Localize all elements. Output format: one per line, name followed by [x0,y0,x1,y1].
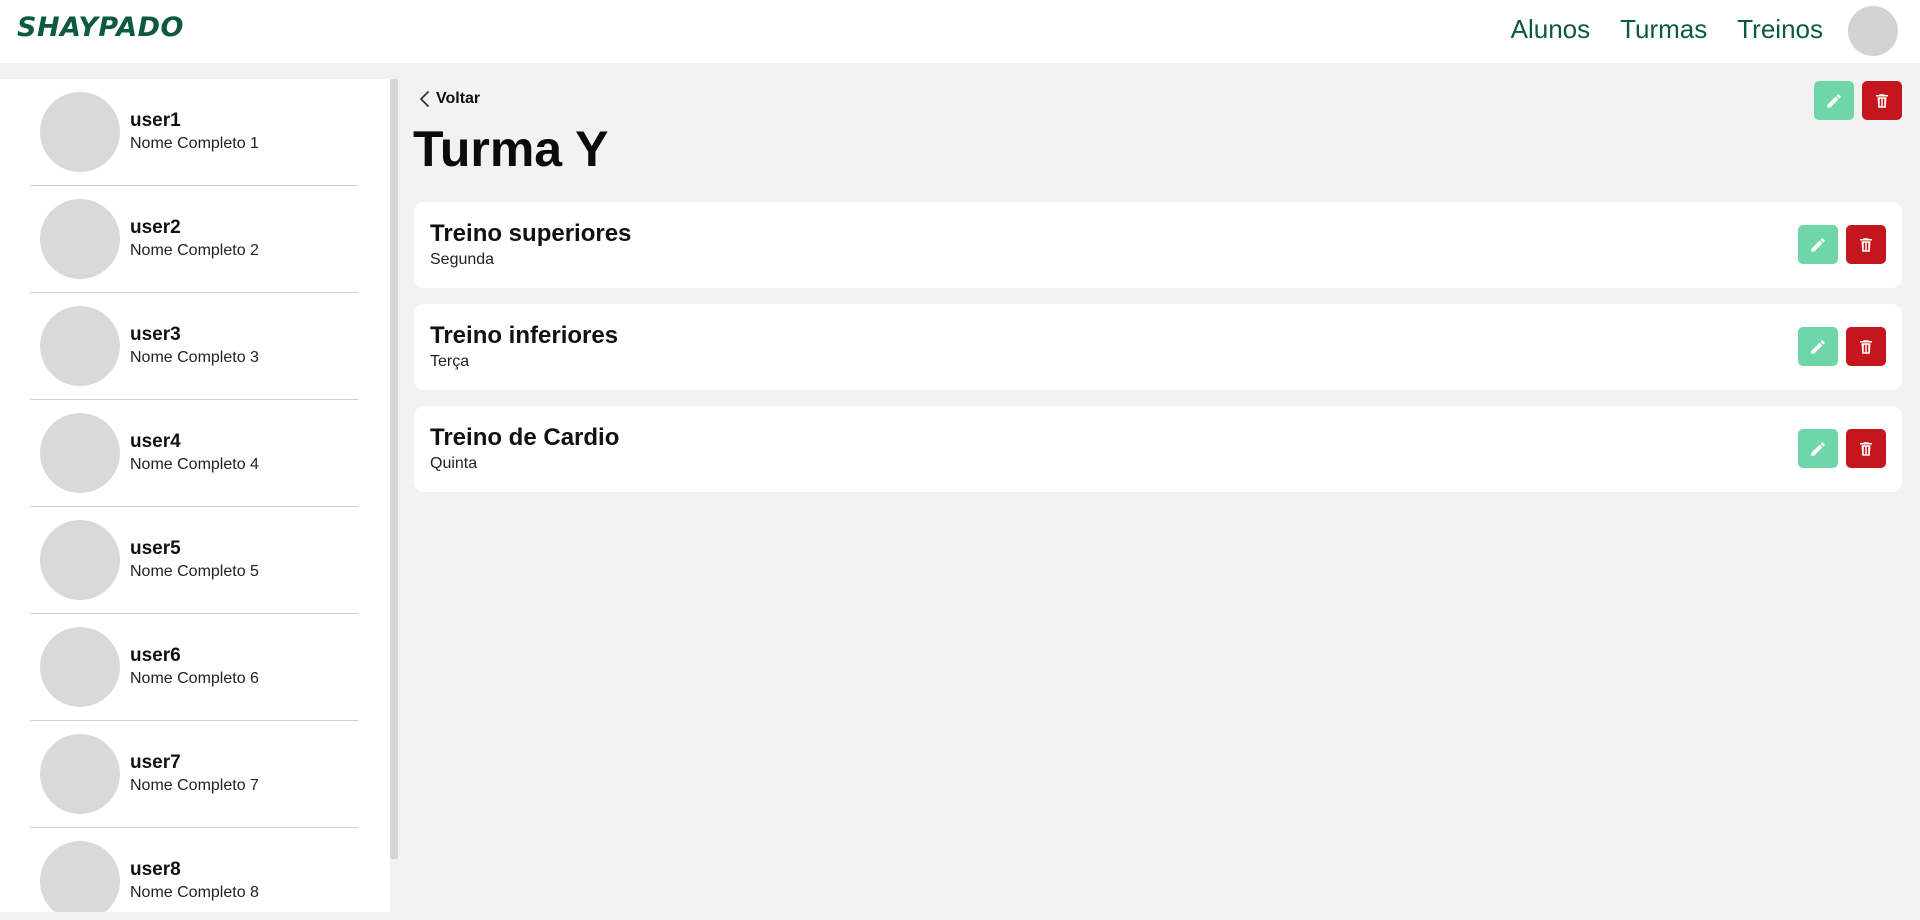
user-full-name: Nome Completo 4 [130,456,259,473]
training-name: Treino superiores [430,220,632,247]
user-list-item[interactable]: user2 Nome Completo 2 [30,186,358,293]
user-full-name: Nome Completo 5 [130,563,259,580]
training-day: Segunda [430,251,495,268]
user-full-name: Nome Completo 7 [130,777,259,794]
training-card[interactable]: Treino superiores Segunda [414,202,1902,288]
page-title: Turma Y [413,121,609,177]
chevron-left-icon [420,91,429,107]
user-list: user1 Nome Completo 1 user2 Nome Complet… [30,79,358,912]
edit-training-button[interactable] [1798,429,1838,468]
user-avatar [40,520,120,600]
edit-training-button[interactable] [1798,327,1838,366]
back-button[interactable]: Voltar [418,90,480,108]
delete-class-button[interactable] [1862,81,1902,120]
pencil-icon [1811,339,1825,354]
user-username: user7 [130,752,181,773]
training-actions [1798,327,1886,366]
training-card[interactable]: Treino de Cardio Quinta [414,406,1902,492]
user-list-item[interactable]: user7 Nome Completo 7 [30,721,358,828]
user-username: user8 [130,859,181,880]
user-avatar [40,413,120,493]
trash-icon [1860,339,1872,354]
training-name: Treino inferiores [430,322,619,349]
user-username: user4 [130,431,181,452]
user-full-name: Nome Completo 1 [130,135,259,152]
user-list-item[interactable]: user4 Nome Completo 4 [30,400,358,507]
back-label: Voltar [436,90,481,107]
user-list-item[interactable]: user8 Nome Completo 8 [30,828,358,912]
trash-icon [1860,237,1872,252]
profile-avatar[interactable] [1848,6,1898,56]
user-avatar [40,92,120,172]
edit-training-button[interactable] [1798,225,1838,264]
training-list: Treino superiores Segunda Treino inferio… [414,202,1902,508]
user-sidebar: user1 Nome Completo 1 user2 Nome Complet… [0,79,390,912]
training-card[interactable]: Treino inferiores Terça [414,304,1902,390]
training-actions [1798,429,1886,468]
nav-alunos[interactable]: Alunos [1511,14,1591,45]
pencil-icon [1811,237,1825,252]
user-avatar [40,627,120,707]
training-day: Terça [430,353,470,370]
user-username: user3 [130,324,181,345]
delete-training-button[interactable] [1846,327,1886,366]
training-name: Treino de Cardio [430,424,620,451]
user-list-item[interactable]: user5 Nome Completo 5 [30,507,358,614]
user-full-name: Nome Completo 2 [130,242,259,259]
user-list-item[interactable]: user1 Nome Completo 1 [30,79,358,186]
main-nav: Alunos Turmas Treinos [1511,14,1823,45]
page-actions [1814,81,1902,120]
nav-treinos[interactable]: Treinos [1737,14,1823,45]
user-username: user1 [130,110,181,131]
user-full-name: Nome Completo 6 [130,670,259,687]
nav-turmas[interactable]: Turmas [1620,14,1707,45]
user-username: user5 [130,538,181,559]
user-full-name: Nome Completo 3 [130,349,259,366]
user-avatar [40,734,120,814]
user-list-item[interactable]: user3 Nome Completo 3 [30,293,358,400]
user-username: user2 [130,217,181,238]
edit-class-button[interactable] [1814,81,1854,120]
user-username: user6 [130,645,181,666]
top-bar: SHAYPADO Alunos Turmas Treinos [0,0,1920,63]
user-avatar [40,841,120,912]
delete-training-button[interactable] [1846,429,1886,468]
trash-icon [1860,441,1872,456]
user-avatar [40,306,120,386]
delete-training-button[interactable] [1846,225,1886,264]
pencil-icon [1811,441,1825,456]
logo[interactable]: SHAYPADO [17,12,184,43]
user-full-name: Nome Completo 8 [130,884,259,901]
user-avatar [40,199,120,279]
user-list-item[interactable]: user6 Nome Completo 6 [30,614,358,721]
training-day: Quinta [430,455,478,472]
pencil-icon [1827,93,1841,108]
sidebar-scrollbar[interactable] [390,79,398,859]
trash-icon [1876,93,1888,108]
training-actions [1798,225,1886,264]
